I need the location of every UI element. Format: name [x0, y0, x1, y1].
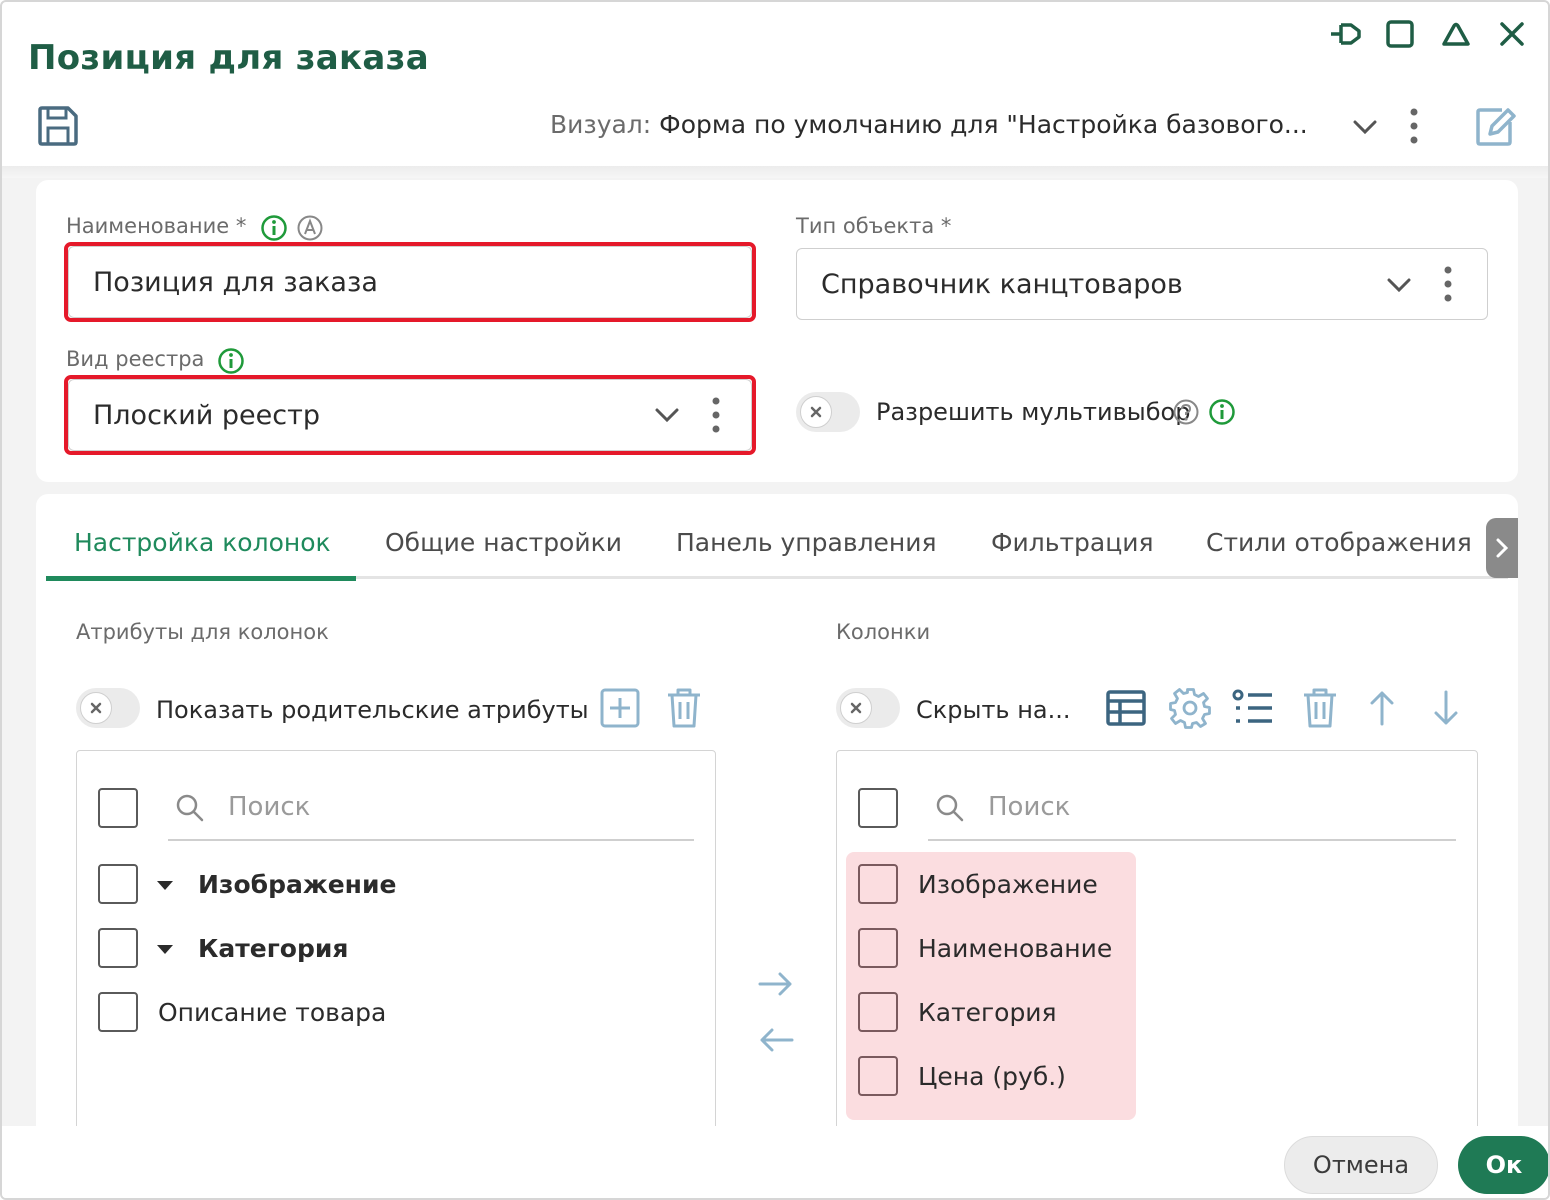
- registry-type-label: Вид реестра: [66, 347, 205, 371]
- info-icon[interactable]: [260, 214, 288, 242]
- object-type-label: Тип объекта *: [796, 214, 952, 238]
- caret-down-icon[interactable]: [157, 945, 173, 954]
- x-icon: [850, 702, 862, 714]
- help-icon[interactable]: [1172, 398, 1200, 426]
- gear-icon: [1169, 688, 1211, 729]
- visual-label: Визуал:: [550, 110, 652, 139]
- show-parent-attributes-toggle[interactable]: [76, 688, 140, 728]
- visual-selector[interactable]: Визуал: Форма по умолчанию для "Настройк…: [550, 110, 1308, 139]
- show-parent-attributes-label: Показать родительские атрибуты: [156, 696, 589, 724]
- column-list-button[interactable]: [1232, 686, 1276, 730]
- x-icon: [90, 702, 102, 714]
- toggle-knob: [80, 692, 112, 724]
- edit-form-button[interactable]: [1472, 104, 1518, 150]
- attribute-checkbox[interactable]: [98, 992, 138, 1032]
- active-tab-indicator: [46, 576, 356, 581]
- add-box-icon: [600, 688, 640, 728]
- attributes-search-input[interactable]: Поиск: [228, 792, 310, 822]
- header-divider: [2, 166, 1548, 178]
- tab-control-panel[interactable]: Панель управления: [676, 528, 937, 557]
- move-up-button[interactable]: [1360, 686, 1404, 730]
- caret-down-icon[interactable]: [157, 881, 173, 890]
- column-item[interactable]: Наименование: [918, 934, 1112, 963]
- column-checkbox[interactable]: [858, 928, 898, 968]
- auto-translate-icon[interactable]: [296, 214, 324, 242]
- more-vertical-icon[interactable]: [1400, 106, 1428, 146]
- x-icon: [810, 406, 822, 418]
- columns-section-title: Колонки: [836, 620, 931, 644]
- attribute-checkbox[interactable]: [98, 864, 138, 904]
- hide-columns-toggle[interactable]: [836, 688, 900, 728]
- column-item[interactable]: Категория: [918, 998, 1057, 1027]
- column-item[interactable]: Цена (руб.): [918, 1062, 1066, 1091]
- column-checkbox[interactable]: [858, 1056, 898, 1096]
- column-checkbox[interactable]: [858, 864, 898, 904]
- edit-icon: [1476, 108, 1516, 146]
- attribute-item[interactable]: Описание товара: [158, 998, 386, 1027]
- search-underline: [928, 839, 1456, 841]
- tab-general-settings[interactable]: Общие настройки: [385, 528, 622, 557]
- attribute-checkbox[interactable]: [98, 928, 138, 968]
- maximize-icon[interactable]: [1382, 16, 1418, 52]
- arrow-down-icon: [1434, 690, 1458, 725]
- tab-column-settings[interactable]: Настройка колонок: [74, 528, 331, 557]
- multiselect-label: Разрешить мультивыбор: [876, 398, 1191, 426]
- attribute-item[interactable]: Изображение: [198, 870, 396, 899]
- chevron-down-icon[interactable]: [1350, 112, 1380, 142]
- cancel-button[interactable]: Отмена: [1284, 1136, 1438, 1194]
- columns-search-input[interactable]: Поиск: [988, 792, 1070, 822]
- list-settings-icon: [1232, 689, 1272, 723]
- trash-icon: [668, 688, 700, 728]
- chevron-down-icon[interactable]: [1384, 270, 1414, 300]
- add-attribute-button[interactable]: [598, 686, 642, 730]
- move-right-icon[interactable]: [756, 968, 796, 1000]
- close-icon[interactable]: [1494, 16, 1530, 52]
- more-vertical-icon[interactable]: [1434, 264, 1462, 304]
- delete-column-button[interactable]: [1298, 686, 1342, 730]
- ok-button[interactable]: Ок: [1458, 1136, 1548, 1194]
- floppy-disk-icon: [38, 106, 78, 146]
- chevron-right-icon: [1496, 538, 1509, 558]
- search-underline: [168, 839, 694, 841]
- move-left-icon[interactable]: [756, 1024, 796, 1056]
- select-all-checkbox[interactable]: [98, 788, 138, 828]
- collapse-icon[interactable]: [1438, 16, 1474, 52]
- trash-icon: [1304, 688, 1336, 728]
- dialog-title: Позиция для заказа: [28, 38, 429, 78]
- highlight-frame: [64, 375, 756, 455]
- info-icon[interactable]: [1208, 398, 1236, 426]
- arrow-up-icon: [1370, 691, 1394, 726]
- column-item[interactable]: Изображение: [918, 870, 1098, 899]
- tab-filtering[interactable]: Фильтрация: [991, 528, 1154, 557]
- pin-icon[interactable]: [1328, 16, 1364, 52]
- toggle-knob: [800, 396, 832, 428]
- name-field-label: Наименование *: [66, 214, 247, 238]
- search-icon: [174, 792, 206, 824]
- attributes-section-title: Атрибуты для колонок: [76, 620, 329, 644]
- attribute-item[interactable]: Категория: [198, 934, 348, 963]
- search-icon: [934, 792, 966, 824]
- toggle-knob: [840, 692, 872, 724]
- delete-attribute-button[interactable]: [662, 686, 706, 730]
- object-type-value: Справочник канцтоваров: [821, 268, 1183, 300]
- dialog-window: Позиция для заказа Визуал: Форма по умол…: [0, 0, 1550, 1200]
- table-icon: [1106, 690, 1146, 726]
- visual-value: Форма по умолчанию для "Настройка базово…: [659, 110, 1308, 139]
- move-down-button[interactable]: [1424, 686, 1468, 730]
- column-settings-button[interactable]: [1168, 686, 1212, 730]
- multiselect-toggle[interactable]: [796, 392, 860, 432]
- save-button[interactable]: [36, 104, 80, 148]
- select-all-checkbox[interactable]: [858, 788, 898, 828]
- tab-scroll-right-button[interactable]: [1486, 518, 1518, 578]
- highlight-frame: [64, 242, 756, 322]
- info-icon[interactable]: [217, 347, 245, 375]
- tab-display-styles[interactable]: Стили отображения: [1206, 528, 1472, 557]
- column-checkbox[interactable]: [858, 992, 898, 1032]
- table-view-button[interactable]: [1104, 686, 1148, 730]
- hide-columns-label: Скрыть на...: [916, 696, 1071, 724]
